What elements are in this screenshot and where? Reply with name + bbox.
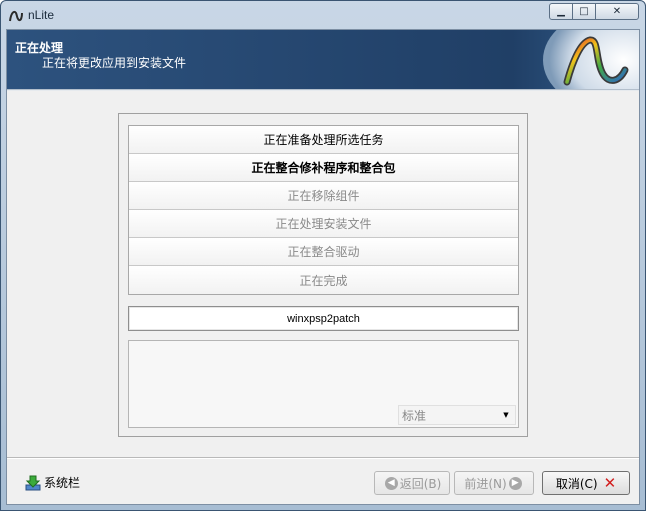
next-label: 前进(N) [464,476,507,491]
tray-label: 系统栏 [44,476,81,490]
progress-panel: 正在准备处理所选任务 正在整合修补程序和整合包 正在移除组件 正在处理安装文件 … [118,113,528,437]
task-integrate-hotfixes: 正在整合修补程序和整合包 [129,154,518,182]
current-item-field: winxpsp2patch [128,306,519,331]
app-window: nLite ▁ □ ✕ 正在处理 正在将更改应用到安装文件 正在准备处理所选任务… [0,0,646,511]
task-integrate-drivers: 正在整合驱动 [129,238,518,266]
close-icon: ✕ [612,6,622,17]
wizard-body: 正在处理 正在将更改应用到安装文件 正在准备处理所选任务 正在整合修补程序和整合… [6,29,640,505]
arrow-left-icon: ◀ [384,476,398,490]
window-title: nLite [28,8,55,22]
back-button[interactable]: ◀ 返回(B) [374,471,450,495]
nlite-logo-icon [9,10,23,22]
task-remove-components: 正在移除组件 [129,182,518,210]
page-subtitle: 正在将更改应用到安装文件 [42,56,187,70]
priority-dropdown[interactable]: 标准 ▼ [398,405,516,425]
window-controls: ▁ □ ✕ [549,3,639,20]
nlite-header-logo-icon [543,30,639,89]
task-label: 正在移除组件 [287,189,360,203]
task-label: 正在整合驱动 [287,245,360,259]
close-icon: ✕ [603,474,617,492]
task-list: 正在准备处理所选任务 正在整合修补程序和整合包 正在移除组件 正在处理安装文件 … [128,125,519,295]
footer-divider [7,457,639,459]
maximize-button[interactable]: □ [572,3,596,20]
minimize-icon: ▁ [557,6,565,17]
cancel-label: 取消(C) [555,476,598,491]
task-label: 正在整合修补程序和整合包 [251,161,396,175]
back-label: 返回(B) [399,476,442,491]
task-label: 正在处理安装文件 [275,217,372,231]
log-area: 标准 ▼ [128,340,519,428]
priority-value: 标准 [402,408,427,423]
close-button[interactable]: ✕ [595,3,639,20]
task-finish: 正在完成 [129,266,518,294]
task-label: 正在完成 [299,273,348,288]
download-tray-icon [25,475,41,490]
wizard-header: 正在处理 正在将更改应用到安装文件 [7,30,639,89]
task-prepare: 正在准备处理所选任务 [129,126,518,154]
task-process-setup-files: 正在处理安装文件 [129,210,518,238]
task-label: 正在准备处理所选任务 [263,133,384,147]
maximize-icon: □ [579,6,589,17]
tray-button[interactable]: 系统栏 [25,474,80,491]
minimize-button[interactable]: ▁ [549,3,573,20]
title-bar[interactable]: nLite ▁ □ ✕ [1,1,645,29]
arrow-right-icon: ▶ [508,476,522,490]
cancel-button[interactable]: 取消(C) ✕ [542,471,630,495]
header-divider [7,89,639,91]
next-button[interactable]: 前进(N) ▶ [454,471,534,495]
chevron-down-icon[interactable]: ▼ [497,406,515,424]
